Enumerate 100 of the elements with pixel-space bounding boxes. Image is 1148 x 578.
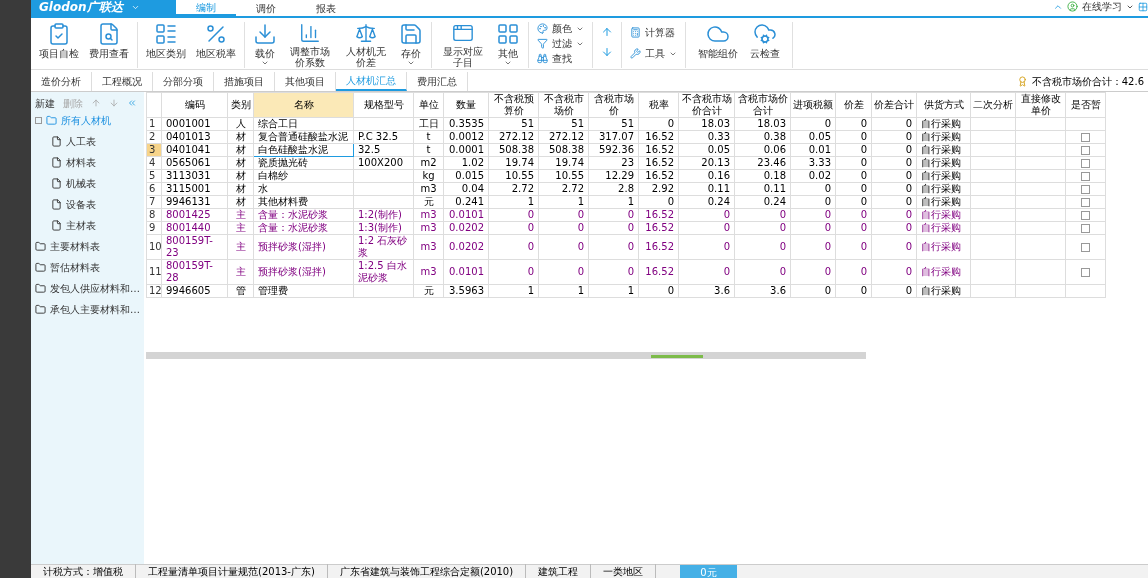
- ribbon-button[interactable]: 项目自检: [35, 22, 83, 68]
- column-header[interactable]: 税率: [638, 92, 679, 118]
- view-tab[interactable]: 工程概况: [92, 72, 153, 91]
- column-header[interactable]: 含税市场价合计: [734, 92, 791, 118]
- table-cell: 100X200: [353, 156, 414, 170]
- row-number[interactable]: 12: [146, 284, 162, 298]
- tree-item[interactable]: 设备表: [31, 194, 144, 215]
- checkbox[interactable]: [1081, 242, 1090, 252]
- column-header[interactable]: 数量: [443, 92, 489, 118]
- column-header[interactable]: 是否暂: [1065, 92, 1106, 118]
- column-header[interactable]: 二次分析: [970, 92, 1016, 118]
- ribbon-button[interactable]: 智能组价: [694, 22, 742, 68]
- row-number[interactable]: 9: [146, 221, 162, 235]
- ribbon-button[interactable]: 存价: [395, 22, 427, 68]
- checkbox[interactable]: [1081, 223, 1090, 233]
- tree-toggle-icon[interactable]: [35, 117, 42, 124]
- grid-icon[interactable]: [1138, 1, 1148, 12]
- row-number[interactable]: 1: [146, 117, 162, 131]
- menu-tab[interactable]: 调价: [236, 0, 296, 16]
- column-header[interactable]: 规格型号: [353, 92, 414, 118]
- row-number[interactable]: 6: [146, 182, 162, 196]
- horizontal-scrollbar[interactable]: [146, 352, 866, 359]
- table-cell: 1: [488, 195, 539, 209]
- table-cell: 317.07: [588, 130, 639, 144]
- ribbon-button[interactable]: 其他: [492, 22, 524, 68]
- checkbox[interactable]: [1081, 197, 1090, 207]
- column-header[interactable]: 进项税额: [790, 92, 836, 118]
- tree-item[interactable]: 暂估材料表: [31, 257, 144, 278]
- tree-item[interactable]: 材料表: [31, 152, 144, 173]
- ribbon-button[interactable]: 过滤: [537, 37, 584, 50]
- menu-tab[interactable]: 报表: [296, 0, 356, 16]
- row-number[interactable]: 8: [146, 208, 162, 222]
- table-cell: 0.0012: [443, 130, 489, 144]
- toolbar-button[interactable]: 新建: [35, 95, 55, 111]
- table-cell: 3.6: [734, 284, 791, 298]
- table-cell: 0: [835, 143, 872, 157]
- view-tab[interactable]: 费用汇总: [407, 72, 468, 91]
- ribbon-button[interactable]: 颜色: [537, 22, 584, 35]
- move-down-icon[interactable]: [109, 98, 119, 108]
- move-up-icon[interactable]: [601, 26, 613, 38]
- table-cell: 16.52: [638, 156, 679, 170]
- table-cell: [970, 234, 1016, 260]
- column-header[interactable]: 单位: [413, 92, 444, 118]
- column-header[interactable]: 价差合计: [871, 92, 917, 118]
- column-header[interactable]: 类别: [227, 92, 254, 118]
- checkbox[interactable]: [1081, 171, 1090, 181]
- move-down-icon[interactable]: [601, 46, 613, 58]
- row-number[interactable]: 10: [146, 234, 162, 260]
- tree-item[interactable]: 承包人主要材料和…: [31, 299, 144, 320]
- ribbon-button[interactable]: 查找: [537, 52, 584, 65]
- table-cell: 0.06: [734, 143, 791, 157]
- ribbon-button[interactable]: 人材机无价差: [339, 22, 393, 68]
- row-number[interactable]: 4: [146, 156, 162, 170]
- ribbon-button[interactable]: 工具: [630, 47, 677, 60]
- checkbox[interactable]: [1081, 267, 1090, 277]
- table-cell: 272.12: [538, 130, 589, 144]
- move-up-icon[interactable]: [91, 98, 101, 108]
- tree-item[interactable]: 人工表: [31, 131, 144, 152]
- view-tab[interactable]: 分部分项: [153, 72, 214, 91]
- caret-icon: [261, 59, 269, 67]
- view-tab[interactable]: 造价分析: [31, 72, 92, 91]
- tree-item[interactable]: 主材表: [31, 215, 144, 236]
- online-learning-link[interactable]: 在线学习: [1082, 0, 1122, 14]
- tree-item[interactable]: 发包人供应材料和…: [31, 278, 144, 299]
- ribbon-button[interactable]: 费用查看: [85, 22, 133, 68]
- tree-item[interactable]: 机械表: [31, 173, 144, 194]
- column-header[interactable]: 直接修改单价: [1015, 92, 1066, 118]
- tree-item[interactable]: 主要材料表: [31, 236, 144, 257]
- column-header[interactable]: 不含税市场价合计: [678, 92, 735, 118]
- checkbox[interactable]: [1081, 132, 1090, 142]
- checkbox[interactable]: [1081, 145, 1090, 155]
- checkbox[interactable]: [1081, 158, 1090, 168]
- view-tab[interactable]: 其他项目: [275, 72, 336, 91]
- column-header[interactable]: 不含税预算价: [488, 92, 539, 118]
- column-header[interactable]: 供货方式: [916, 92, 971, 118]
- column-header[interactable]: 名称: [253, 92, 354, 118]
- table-cell: 主: [227, 208, 254, 222]
- ribbon-button[interactable]: 地区类别: [142, 22, 190, 68]
- row-number[interactable]: 7: [146, 195, 162, 209]
- table-cell: 0: [588, 221, 639, 235]
- scroll-thumb[interactable]: [651, 355, 703, 358]
- checkbox[interactable]: [1081, 184, 1090, 194]
- row-number[interactable]: 5: [146, 169, 162, 183]
- ribbon-button[interactable]: 计算器: [630, 26, 677, 39]
- table-cell: 18.03: [678, 117, 735, 131]
- column-header[interactable]: 含税市场价: [588, 92, 639, 118]
- table-cell: 0.18: [734, 169, 791, 183]
- column-header[interactable]: 价差: [835, 92, 872, 118]
- column-header[interactable]: 不含税市场价: [538, 92, 589, 118]
- ribbon-button[interactable]: 云检查: [746, 22, 784, 68]
- view-tab[interactable]: 措施项目: [214, 72, 275, 91]
- row-number[interactable]: 2: [146, 130, 162, 144]
- ribbon-button[interactable]: 载价: [249, 22, 281, 68]
- row-number[interactable]: 11: [146, 259, 162, 285]
- column-header[interactable]: 编码: [161, 92, 228, 118]
- ribbon-button[interactable]: 地区税率: [192, 22, 240, 68]
- collapse-icon[interactable]: [127, 98, 137, 108]
- checkbox[interactable]: [1081, 210, 1090, 220]
- ribbon-button[interactable]: 调整市场价系数: [283, 22, 337, 68]
- ribbon-button[interactable]: 显示对应子目: [436, 22, 490, 68]
